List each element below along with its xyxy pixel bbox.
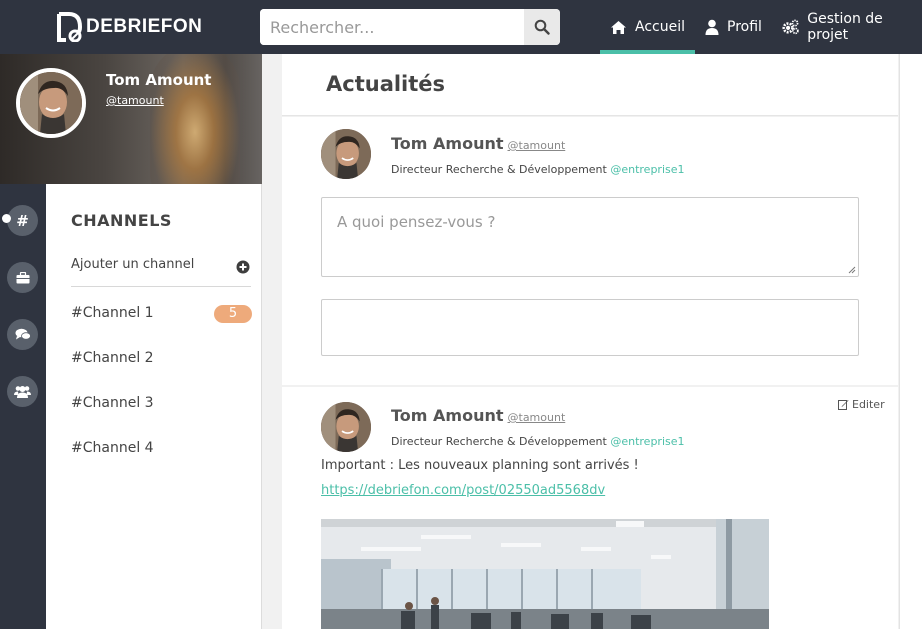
search-input[interactable] (260, 9, 524, 45)
avatar-photo (321, 402, 371, 452)
search-icon (534, 19, 550, 35)
profile-handle[interactable]: @tamount (106, 94, 164, 107)
composer-role: Directeur Recherche & Développement @ent… (391, 163, 685, 176)
profile-header: Tom Amount @tamount (0, 54, 262, 184)
comments-icon (15, 328, 31, 340)
channel-item-3[interactable]: #Channel 3 (71, 395, 154, 411)
composer-org-link[interactable]: @entreprise1 (610, 163, 684, 176)
office-photo (321, 519, 769, 629)
gears-icon (782, 19, 799, 35)
active-indicator (2, 214, 11, 223)
post-author: Tom Amount @tamount (391, 406, 565, 425)
composer-avatar[interactable] (321, 129, 371, 179)
nav-profil-label: Profil (727, 19, 762, 35)
page-title: Actualités (326, 72, 446, 96)
search-bar (260, 9, 560, 45)
edit-icon (838, 400, 849, 410)
app-logo[interactable]: DEBRIEFON (56, 11, 202, 43)
top-navbar: DEBRIEFON Accueil Profil (0, 0, 922, 54)
profile-name: Tom Amount (106, 71, 212, 89)
avatar-photo (20, 72, 82, 134)
post-author-name: Tom Amount (391, 406, 504, 425)
composer-role-text: Directeur Recherche & Développement (391, 163, 607, 176)
post-text: Important : Les nouveaux planning sont a… (321, 458, 639, 473)
rail-messages-button[interactable] (7, 319, 38, 350)
rail-users-button[interactable] (7, 376, 38, 407)
plus-circle-icon[interactable] (236, 260, 250, 274)
logo-text: DEBRIEFON (86, 16, 203, 37)
post-card: Tom Amount @tamount Directeur Recherche &… (282, 387, 898, 629)
add-channel-button[interactable]: Ajouter un channel (71, 257, 251, 287)
post-composer: Tom Amount @tamount Directeur Recherche &… (282, 117, 898, 385)
edit-post-label: Editer (852, 398, 885, 411)
composer-author-handle[interactable]: @tamount (508, 139, 566, 152)
user-icon (705, 19, 719, 35)
channel-item-1[interactable]: #Channel 1 (71, 305, 154, 321)
logo-icon (57, 12, 83, 42)
channels-title: CHANNELS (71, 211, 172, 230)
rail-channels-button[interactable]: # (7, 205, 38, 236)
nav-gestion-projet[interactable]: Gestion de projet (772, 0, 922, 54)
add-channel-label: Ajouter un channel (71, 257, 195, 272)
channel-item-4[interactable]: #Channel 4 (71, 440, 154, 456)
nav-accueil-label: Accueil (635, 19, 685, 35)
composer-author: Tom Amount @tamount (391, 134, 565, 153)
hashtag-icon: # (16, 211, 29, 230)
main-nav: Accueil Profil Gestion de projet (600, 0, 922, 54)
icon-rail: # (0, 184, 46, 629)
edit-post-button[interactable]: Editer (838, 398, 885, 411)
rail-projects-button[interactable] (7, 262, 38, 293)
attachment-field[interactable] (321, 299, 859, 356)
post-textarea-placeholder: A quoi pensez-vous ? (337, 213, 496, 231)
resize-handle-icon[interactable] (848, 266, 856, 274)
channels-panel: CHANNELS Ajouter un channel #Channel 1 5… (46, 184, 262, 629)
right-panel-edge (899, 54, 922, 629)
post-textarea[interactable]: A quoi pensez-vous ? (321, 197, 859, 277)
search-button[interactable] (524, 9, 560, 45)
nav-profil[interactable]: Profil (695, 0, 772, 54)
post-link[interactable]: https://debriefon.com/post/02550ad5568dv (321, 483, 605, 498)
post-role: Directeur Recherche & Développement @ent… (391, 435, 685, 448)
post-avatar[interactable] (321, 402, 371, 452)
unread-badge: 5 (214, 305, 252, 323)
users-icon (14, 386, 31, 398)
briefcase-icon (16, 271, 29, 283)
home-icon (611, 20, 626, 34)
post-role-text: Directeur Recherche & Développement (391, 435, 607, 448)
composer-author-name: Tom Amount (391, 134, 504, 153)
post-author-handle[interactable]: @tamount (508, 411, 566, 424)
channel-item-2[interactable]: #Channel 2 (71, 350, 154, 366)
nav-gestion-projet-label: Gestion de projet (807, 11, 883, 43)
nav-accueil[interactable]: Accueil (600, 0, 695, 54)
post-image[interactable] (321, 519, 769, 629)
avatar[interactable] (16, 68, 86, 138)
post-org-link[interactable]: @entreprise1 (610, 435, 684, 448)
avatar-photo (321, 129, 371, 179)
feed-header: Actualités (282, 54, 898, 116)
